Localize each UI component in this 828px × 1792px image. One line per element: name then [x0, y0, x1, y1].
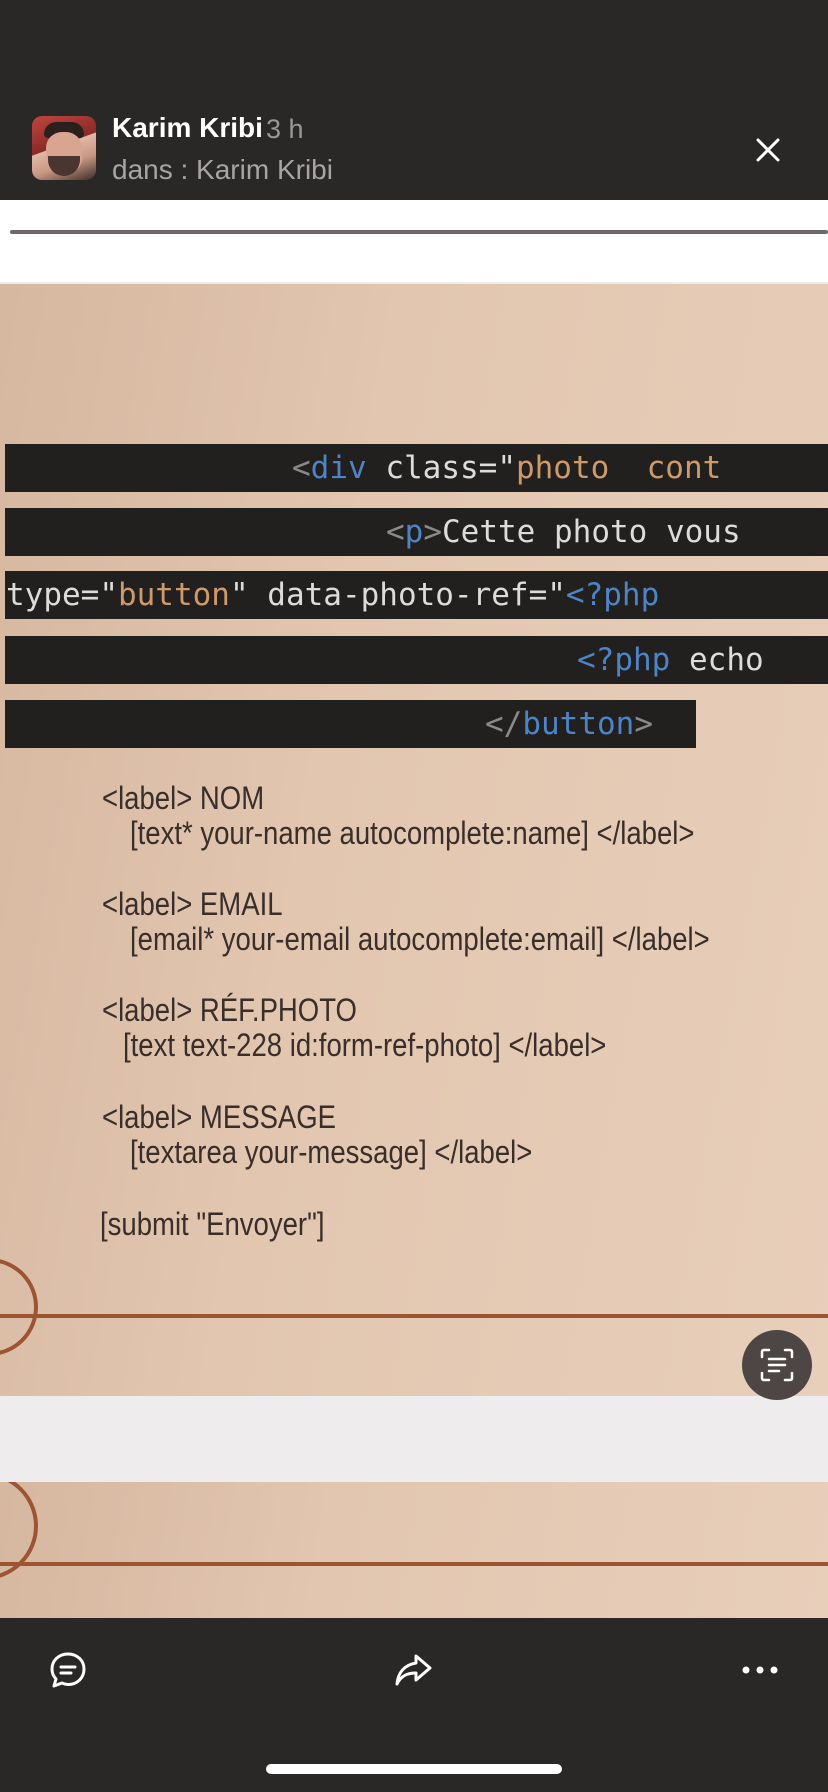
code-token: <: [386, 514, 405, 550]
decor-line: [0, 1314, 828, 1318]
code-token: button: [117, 577, 230, 613]
post-context: dans : Karim Kribi: [112, 154, 333, 185]
code-token: class=": [366, 450, 516, 486]
code-line: </button>: [485, 706, 653, 742]
form-field-ref: [text text-228 id:form-ref-photo] </labe…: [123, 1027, 607, 1063]
form-field-message: [textarea your-message] </label>: [130, 1134, 533, 1170]
form-field-email: [email* your-email autocomplete:email] <…: [130, 921, 710, 957]
share-button[interactable]: [390, 1646, 438, 1694]
code-token: >: [634, 706, 653, 742]
code-token: p: [404, 514, 424, 550]
code-line: <div class="photo cont: [292, 450, 721, 486]
divider: [10, 230, 828, 234]
code-line: <p>Cette photo vous: [386, 514, 741, 550]
more-button[interactable]: [736, 1646, 784, 1694]
form-label-email: <label> EMAIL: [102, 886, 283, 922]
form-field-nom: [text* your-name autocomplete:name] </la…: [130, 815, 695, 851]
photo-next[interactable]: [0, 1482, 828, 1618]
code-token: div: [310, 450, 367, 486]
code-token: button: [522, 706, 635, 742]
text-scan-button[interactable]: [742, 1330, 812, 1400]
comment-icon: [50, 1652, 86, 1688]
comment-button[interactable]: [44, 1646, 92, 1694]
code-token: <: [292, 450, 311, 486]
form-submit: [submit "Envoyer"]: [100, 1206, 325, 1242]
code-token: type=": [6, 577, 118, 613]
avatar[interactable]: [32, 116, 96, 180]
code-token: <?php: [565, 577, 660, 613]
text-scan-icon: [760, 1348, 794, 1382]
code-token: <?php: [577, 642, 671, 678]
code-token: photo cont: [515, 450, 722, 486]
code-bar: <?php echo: [5, 636, 828, 684]
code-bar: <p>Cette photo vous: [5, 508, 828, 556]
close-button[interactable]: [748, 130, 788, 170]
code-token: >: [423, 514, 443, 550]
author-name[interactable]: Karim Kribi: [112, 112, 263, 144]
form-label-nom: <label> NOM: [102, 780, 265, 816]
post-header: Karim Kribi 3 h dans : Karim Kribi: [0, 0, 828, 200]
code-token: Cette photo vous: [442, 514, 741, 550]
code-line: type="button" data-photo-ref="<?php: [6, 577, 659, 613]
decor-line: [0, 1562, 828, 1566]
code-token: </: [485, 706, 523, 742]
home-indicator[interactable]: [266, 1764, 562, 1774]
share-icon: [395, 1654, 432, 1686]
post-time: 3 h: [266, 114, 304, 144]
form-label-ref: <label> RÉF.PHOTO: [102, 992, 357, 1028]
code-line: <?php echo: [577, 642, 764, 678]
more-icon: [742, 1666, 778, 1674]
form-label-message: <label> MESSAGE: [102, 1099, 337, 1135]
code-bar: type="button" data-photo-ref="<?php: [5, 571, 828, 619]
post-media: <div class="photo cont <p>Cette photo vo…: [0, 200, 828, 1618]
code-token: echo: [670, 642, 764, 678]
image-strip-top: [0, 200, 828, 282]
code-bar: <div class="photo cont: [5, 444, 828, 492]
code-token: " data-photo-ref=": [229, 577, 566, 613]
photo[interactable]: <div class="photo cont <p>Cette photo vo…: [0, 284, 828, 1396]
code-bar: </button>: [5, 700, 696, 748]
decor-arc: [0, 1258, 38, 1356]
close-icon: [756, 138, 780, 162]
